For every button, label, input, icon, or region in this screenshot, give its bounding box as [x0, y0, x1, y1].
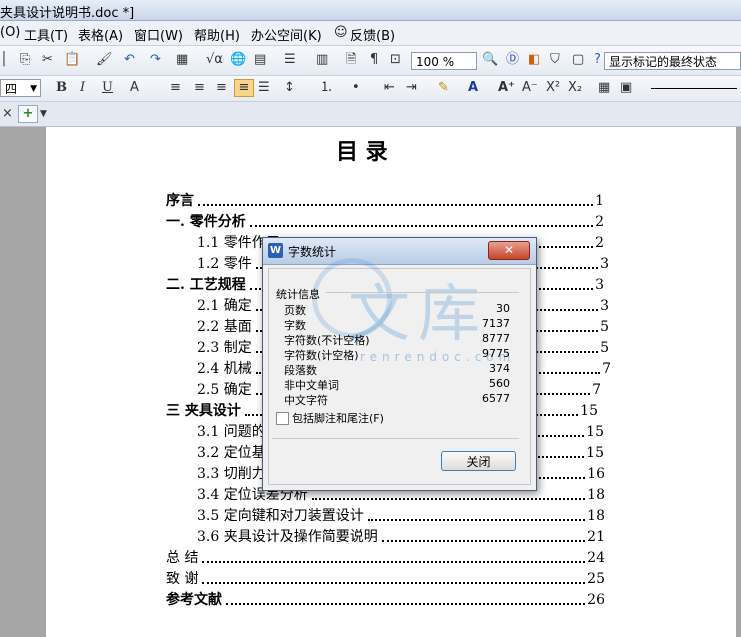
chevron-down-icon: ▼ [30, 84, 37, 94]
border-icon[interactable]: ▣ [620, 80, 632, 96]
separator-icon: │ [0, 52, 8, 67]
copy-icon[interactable]: ⎘ [20, 52, 30, 68]
format-painter-icon[interactable]: 🖌 [96, 52, 113, 68]
menu-item-office-space[interactable]: 办公空间(K) [251, 25, 322, 44]
chevron-down-icon[interactable]: ▼ [40, 106, 47, 122]
footnotes-checkbox-label[interactable]: 包括脚注和尾注(F) [292, 410, 384, 426]
help-book-icon[interactable]: Ⓓ [506, 52, 519, 68]
highlight-icon[interactable]: ✎ [438, 80, 449, 96]
toc-entry[interactable]: 3.5 定向键和对刀装置设计 18 [197, 505, 605, 525]
align-center-icon[interactable]: ≡ [194, 80, 205, 96]
font-color-icon[interactable]: A [468, 80, 478, 96]
undo-icon[interactable]: ↶ [124, 52, 135, 68]
stat-row: 非中文单词 560 [284, 377, 510, 392]
stat-row: 中文字符 6577 [284, 392, 510, 407]
zoom-page-icon[interactable]: ⊡ [390, 52, 401, 68]
stats-group-label: 统计信息 [276, 288, 320, 301]
stat-row: 字符数(计空格) 9775 [284, 347, 510, 362]
columns-icon[interactable]: ☰ [284, 52, 296, 68]
stat-row: 页数 30 [284, 302, 510, 317]
shrink-font-icon[interactable]: A⁻ [522, 80, 538, 96]
print-preview-icon[interactable]: 🗎 [346, 52, 356, 68]
stat-row: 字数 7137 [284, 317, 510, 332]
menu-item-window[interactable]: 窗口(W) [134, 25, 183, 44]
template-icon[interactable]: ▢ [572, 52, 584, 68]
justify-icon[interactable]: ≡ [234, 79, 254, 97]
redo-icon[interactable]: ↷ [150, 52, 161, 68]
subscript-button[interactable]: X₂ [568, 80, 582, 96]
dialog-title-bar[interactable]: W 字数统计 ✕ [263, 238, 536, 265]
font-size-select[interactable]: 四 ▼ [0, 79, 41, 97]
box-icon[interactable]: ◧ [528, 52, 540, 68]
dialog-title: 字数统计 [288, 245, 337, 259]
zoom-value: 100 % [416, 55, 455, 69]
insert-table-icon[interactable]: ▦ [176, 52, 188, 68]
title-bar: 夹具设计说明书.doc *] [0, 0, 741, 21]
align-left-icon[interactable]: ≡ [170, 80, 181, 96]
superscript-button[interactable]: X² [546, 80, 560, 96]
line-spacing-icon[interactable]: ↕ [284, 80, 295, 96]
paste-icon[interactable]: 📋 [64, 52, 80, 68]
stat-row: 字符数(不计空格) 8777 [284, 332, 510, 347]
shirt-icon[interactable]: ⛉ [550, 52, 560, 68]
menu-item-help[interactable]: 帮助(H) [194, 25, 240, 44]
toc-entry[interactable]: 总 结 24 [166, 547, 605, 567]
font-size-value: 四 [5, 82, 18, 96]
wps-logo-icon: W [268, 243, 283, 258]
window-title: 夹具设计说明书.doc *] [0, 6, 135, 21]
chart-icon[interactable]: ▥ [316, 52, 328, 68]
formatting-toolbar: 四 ▼ B I U A ≡ ≡ ≡ ≡ ☰ ↕ ⒈ • ⇤ ⇥ ✎ A A⁺ A… [0, 76, 741, 102]
tab-bar: × + ▼ [0, 102, 741, 127]
menu-item-table[interactable]: 表格(A) [78, 25, 123, 44]
show-marks-icon[interactable]: ¶ [370, 52, 378, 68]
menu-item-feedback[interactable]: 反馈(B) [350, 25, 395, 44]
increase-indent-icon[interactable]: ⇥ [406, 80, 417, 96]
help-icon[interactable]: ? [594, 52, 601, 68]
menu-bar: (O) 工具(T) 表格(A) 窗口(W) 帮助(H) 办公空间(K) ☺ 反馈… [0, 21, 741, 46]
close-icon[interactable]: × [2, 106, 13, 122]
menu-item-format[interactable]: (O) [0, 25, 20, 40]
toc-entry[interactable]: 序言 1 [166, 190, 604, 210]
toc-title: 目 录 [336, 139, 388, 165]
underline-button[interactable]: U [102, 80, 113, 96]
grow-font-icon[interactable]: A⁺ [498, 80, 515, 96]
markup-mode-select[interactable]: 显示标记的最终状态 [604, 52, 741, 70]
find-icon[interactable]: 🔍 [482, 52, 498, 68]
cut-icon[interactable]: ✂ [42, 52, 53, 68]
group-divider [326, 292, 519, 293]
markup-mode-value: 显示标记的最终状态 [609, 55, 718, 69]
new-tab-icon[interactable]: + [18, 105, 38, 123]
dialog-close-x-button[interactable]: ✕ [488, 241, 530, 260]
italic-button[interactable]: I [80, 80, 85, 96]
bold-button[interactable]: B [56, 80, 67, 96]
decrease-indent-icon[interactable]: ⇤ [384, 80, 395, 96]
web-icon[interactable]: 🌐 [230, 52, 246, 68]
zoom-box[interactable]: 100 % [411, 52, 477, 70]
formula-icon[interactable]: √α [206, 52, 223, 68]
table-icon[interactable]: ▤ [254, 52, 266, 68]
footnotes-checkbox[interactable] [276, 412, 289, 425]
align-right-icon[interactable]: ≡ [216, 80, 227, 96]
border-line-style[interactable] [651, 88, 737, 89]
close-button[interactable]: 关闭 [441, 451, 516, 471]
toc-entry[interactable]: 致 谢 25 [166, 568, 605, 588]
toc-entry[interactable]: 3.6 夹具设计及操作简要说明 21 [197, 526, 605, 546]
font-effect-icon[interactable]: A [130, 80, 139, 96]
toc-entry[interactable]: 参考文献 26 [166, 589, 605, 609]
dialog-divider [272, 438, 519, 439]
toc-entry[interactable]: 一. 零件分析 2 [166, 211, 604, 231]
stat-row: 段落数 374 [284, 362, 510, 377]
feedback-icon[interactable]: ☺ [334, 25, 348, 40]
menu-item-tools[interactable]: 工具(T) [24, 25, 68, 44]
distribute-icon[interactable]: ☰ [258, 80, 270, 96]
table-style-icon[interactable]: ▦ [598, 80, 610, 96]
numbering-icon[interactable]: ⒈ [320, 80, 333, 96]
bullets-icon[interactable]: • [352, 80, 360, 96]
